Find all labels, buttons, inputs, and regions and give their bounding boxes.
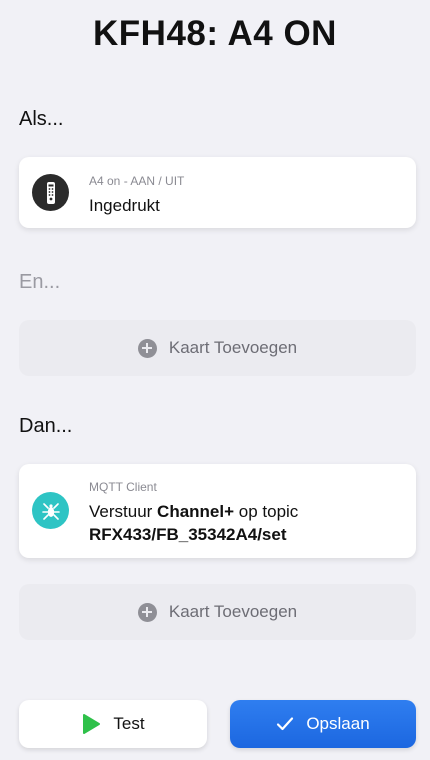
play-icon [83,714,101,734]
save-button-label: Opslaan [306,714,370,733]
action-card-text: Verstuur Channel+ op topic RFX433/FB_353… [89,500,298,546]
add-action-card-button[interactable]: Kaart Toevoegen [19,584,416,640]
trigger-card-text: Ingedrukt [89,196,160,215]
checkmark-icon [277,717,294,731]
action-text-value: Channel+ [157,502,235,521]
test-button[interactable]: Test [19,700,207,748]
add-action-label: Kaart Toevoegen [168,602,298,621]
plus-circle-icon [137,338,157,358]
action-text-suffix: op topic [234,502,299,521]
action-card-subtitle: MQTT Client [89,480,157,494]
section-label-if: Als... [19,108,64,130]
add-condition-card-button[interactable]: Kaart Toevoegen [19,320,416,376]
test-button-label: Test [113,714,145,733]
add-condition-label: Kaart Toevoegen [168,338,298,357]
section-label-and: En... [19,271,61,293]
mqtt-icon [32,492,69,529]
action-text-prefix: Verstuur [89,502,158,521]
trigger-card[interactable]: A4 on - AAN / UIT Ingedrukt [19,157,416,228]
section-label-then: Dan... [19,415,73,437]
action-card[interactable]: MQTT Client Verstuur Channel+ op topic R… [19,464,416,558]
remote-control-icon [32,174,69,211]
action-topic: RFX433/FB_35342A4/set [89,525,287,544]
page-title: KFH48: A4 ON [93,14,337,53]
save-button[interactable]: Opslaan [230,700,416,748]
plus-circle-icon [137,602,157,622]
trigger-card-subtitle: A4 on - AAN / UIT [89,174,185,188]
